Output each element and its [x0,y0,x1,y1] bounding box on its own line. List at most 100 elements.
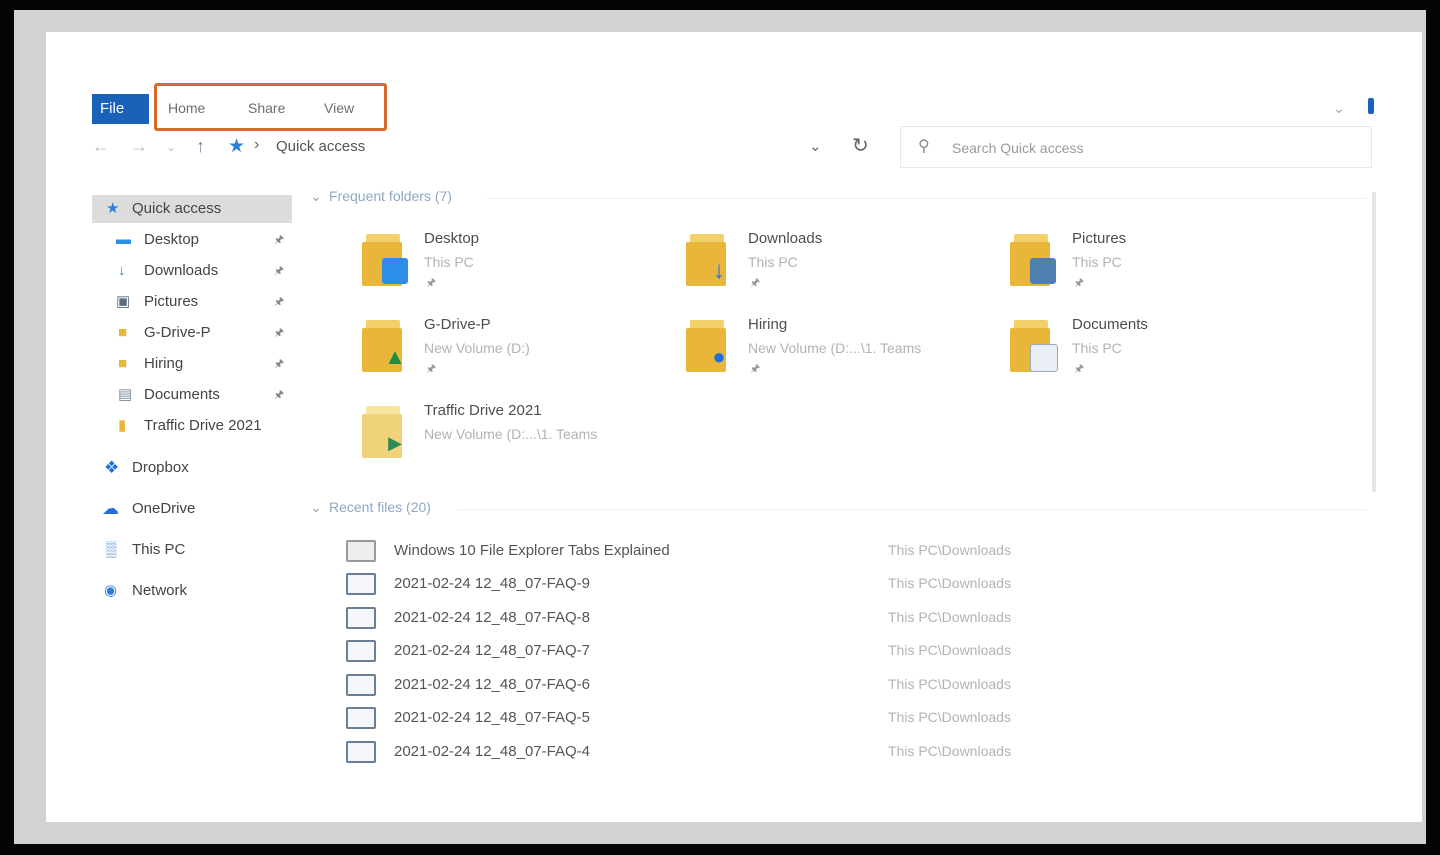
sidebar-item-pictures[interactable]: ▣ Pictures 🖈 [92,288,292,316]
sidebar-item-label: This PC [132,541,186,558]
sidebar-item-label: Quick access [132,200,222,217]
tabs-highlight-box [154,83,387,131]
sidebar-item-label: Downloads [144,262,219,279]
file-tab[interactable]: File [92,94,149,124]
sidebar-item-hiring[interactable]: ■ Hiring 🖈 [92,350,292,378]
shared-folder-icon: ● [686,320,734,372]
sidebar-item-label: Dropbox [132,459,189,476]
pin-icon: 🖈 [274,296,285,308]
sidebar-item-dropbox[interactable]: ❖ Dropbox [92,454,292,482]
list-item[interactable]: 2021-02-24 12_48_07-FAQ-6 This PC\Downlo… [346,670,1106,702]
pin-icon: 🖈 [274,327,285,339]
vertical-scrollbar[interactable] [1372,192,1376,492]
pin-icon: 🖈 [274,234,285,246]
recent-files-header[interactable]: Recent files (20) [329,499,431,515]
image-file-icon [346,640,376,662]
sidebar-item-label: Pictures [144,293,199,310]
ribbon-expand-chevron-icon[interactable]: ⌄ [1333,100,1345,117]
list-item[interactable]: Windows 10 File Explorer Tabs Explained … [346,536,1106,568]
list-item[interactable]: 2021-02-24 12_48_07-FAQ-9 This PC\Downlo… [346,569,1106,601]
folder-tile-desktop[interactable]: Desktop This PC 🖈 [362,230,662,302]
forward-arrow-icon[interactable]: → [130,136,148,157]
folder-icon: ▮ [118,417,127,434]
search-icon: ⚲ [918,138,930,155]
desktop-icon: ▬ [116,231,131,248]
breadcrumb-quick-access[interactable]: Quick access [276,138,365,155]
quick-access-star-icon: ★ [228,136,246,157]
pin-icon: 🖈 [426,277,437,289]
document-icon [346,540,376,562]
network-icon: ◉ [104,582,118,599]
recent-files-chevron-icon[interactable]: ⌄ [310,499,322,516]
folder-tile-hiring[interactable]: ● Hiring New Volume (D:...\1. Teams 🖈 [686,316,986,388]
file-location: This PC\Downloads [888,542,1011,558]
folder-name: Desktop [424,230,480,247]
sidebar-item-onedrive[interactable]: ☁ OneDrive [92,495,292,523]
image-file-icon [346,707,376,729]
folder-tile-pictures[interactable]: Pictures This PC 🖈 [1010,230,1310,302]
folder-location: New Volume (D:...\1. Teams [424,426,598,442]
file-name: 2021-02-24 12_48_07-FAQ-4 [394,743,590,760]
list-item[interactable]: 2021-02-24 12_48_07-FAQ-7 This PC\Downlo… [346,636,1106,668]
folder-name: Traffic Drive 2021 [424,402,542,419]
image-file-icon [346,607,376,629]
sidebar-item-label: Hiring [144,355,184,372]
back-arrow-icon[interactable]: ← [92,136,110,157]
search-input[interactable] [950,132,1354,164]
google-drive-folder-icon: ▲ [362,320,410,372]
sidebar-item-g-drive-p[interactable]: ■ G-Drive-P 🖈 [92,319,292,347]
dropbox-icon: ❖ [104,458,120,477]
folder-name: Documents [1072,316,1148,333]
pc-icon: ▒ [106,541,117,558]
sidebar-item-label: Documents [144,386,220,403]
file-location: This PC\Downloads [888,676,1011,692]
pin-icon: 🖈 [274,265,285,277]
sidebar-item-network[interactable]: ◉ Network [92,577,292,605]
list-item[interactable]: 2021-02-24 12_48_07-FAQ-8 This PC\Downlo… [346,603,1106,635]
pictures-icon: ▣ [116,293,131,310]
frequent-folders-header[interactable]: Frequent folders (7) [329,188,452,204]
folder-name: Downloads [748,230,823,247]
folder-name: Hiring [748,316,788,333]
folder-location: New Volume (D:...\1. Teams [748,340,922,356]
pin-icon: 🖈 [750,363,761,375]
pin-icon: 🖈 [274,389,285,401]
sidebar-item-label: Desktop [144,231,200,248]
sidebar-item-documents[interactable]: ▤ Documents 🖈 [92,381,292,409]
breadcrumb-separator-icon[interactable]: › [254,136,259,154]
folder-name: Pictures [1072,230,1127,247]
folder-tile-g-drive-p[interactable]: ▲ G-Drive-P New Volume (D:) 🖈 [362,316,662,388]
file-name: 2021-02-24 12_48_07-FAQ-8 [394,609,590,626]
address-dropdown-chevron-icon[interactable]: ⌄ [809,137,822,155]
pin-icon: 🖈 [1074,363,1085,375]
download-icon: ↓ [118,262,126,279]
documents-icon: ▤ [118,386,133,403]
refresh-icon[interactable]: ↻ [852,133,869,158]
folder-location: New Volume (D:) [424,340,530,356]
recent-locations-chevron-icon[interactable]: ⌄ [166,140,176,154]
folder-location: This PC [1072,254,1122,270]
sidebar-item-desktop[interactable]: ▬ Desktop 🖈 [92,226,292,254]
list-item[interactable]: 2021-02-24 12_48_07-FAQ-4 This PC\Downlo… [346,737,1106,769]
list-item[interactable]: 2021-02-24 12_48_07-FAQ-5 This PC\Downlo… [346,703,1106,735]
file-name: 2021-02-24 12_48_07-FAQ-5 [394,709,590,726]
help-icon[interactable] [1368,98,1374,114]
group-divider [486,198,1366,199]
screenshot-frame: File Home Share View ⌄ ← → ⌄ ↑ ★ › Quick… [14,10,1426,844]
frequent-folders-chevron-icon[interactable]: ⌄ [310,188,322,205]
folder-tile-downloads[interactable]: ↓ Downloads This PC 🖈 [686,230,986,302]
sidebar-item-traffic-drive-2021[interactable]: ▮ Traffic Drive 2021 [92,412,292,440]
file-location: This PC\Downloads [888,575,1011,591]
sidebar-item-label: Traffic Drive 2021 [144,417,262,434]
up-arrow-icon[interactable]: ↑ [196,136,205,157]
pin-icon: 🖈 [426,363,437,375]
folder-tile-documents[interactable]: Documents This PC 🖈 [1010,316,1310,388]
folder-tile-traffic-drive-2021[interactable]: ▶ Traffic Drive 2021 New Volume (D:...\1… [362,402,662,474]
sidebar-item-label: OneDrive [132,500,196,517]
sidebar-item-quick-access[interactable]: ★ Quick access [92,195,292,223]
desktop-folder-icon [362,234,410,286]
sidebar-item-downloads[interactable]: ↓ Downloads 🖈 [92,257,292,285]
sidebar-item-this-pc[interactable]: ▒ This PC [92,536,292,564]
folder-icon: ▶ [362,406,410,458]
image-file-icon [346,741,376,763]
